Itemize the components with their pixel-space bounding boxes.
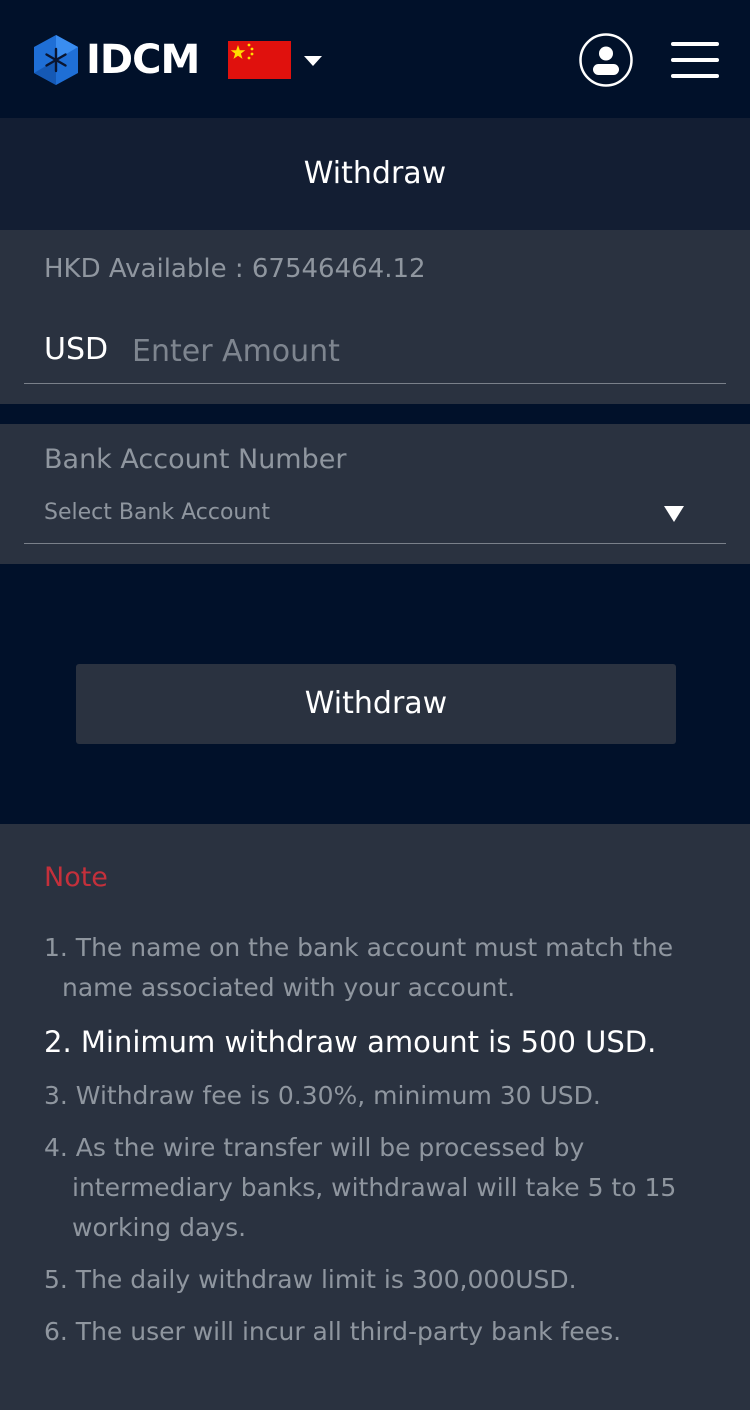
user-account-icon[interactable] — [579, 33, 633, 87]
note-item-6: 6. The user will incur all third-party b… — [44, 1317, 622, 1346]
bank-account-underline — [24, 543, 726, 544]
withdraw-button[interactable]: Withdraw — [76, 664, 676, 744]
note-item-2: 2. Minimum withdraw amount is 500 USD. — [44, 1025, 657, 1059]
idcm-logo-icon[interactable] — [33, 34, 79, 86]
bank-account-select-text: Select Bank Account — [44, 500, 270, 525]
note-item-4: 4. As the wire transfer will be processe… — [44, 1128, 724, 1248]
note-item-1: 1. The name on the bank account must mat… — [44, 928, 714, 1008]
note-title: Note — [44, 862, 108, 893]
bank-account-select[interactable]: Select Bank Account — [24, 490, 726, 540]
note-item-5: 5. The daily withdraw limit is 300,000US… — [44, 1265, 577, 1294]
caret-down-icon[interactable] — [304, 56, 322, 66]
note-item-1-line-2: name associated with your account. — [62, 973, 516, 1002]
available-balance: HKD Available : 67546464.12 — [44, 254, 426, 284]
note-item-3: 3. Withdraw fee is 0.30%, minimum 30 USD… — [44, 1081, 601, 1110]
bank-account-label: Bank Account Number — [44, 444, 347, 475]
page-title: Withdraw — [0, 118, 750, 230]
amount-underline — [24, 383, 726, 384]
note-item-1-line-1: 1. The name on the bank account must mat… — [44, 933, 674, 962]
amount-input[interactable] — [132, 330, 692, 372]
currency-label: USD — [44, 332, 109, 367]
note-item-4-line-2: intermediary banks, withdrawal will take… — [72, 1173, 677, 1202]
triangle-down-icon — [664, 506, 684, 522]
hamburger-menu-icon[interactable] — [671, 42, 719, 78]
china-flag-icon[interactable] — [228, 41, 291, 79]
note-item-4-line-3: working days. — [72, 1213, 247, 1242]
brand-name[interactable]: IDCM — [86, 34, 200, 86]
note-item-4-line-1: 4. As the wire transfer will be processe… — [44, 1133, 585, 1162]
